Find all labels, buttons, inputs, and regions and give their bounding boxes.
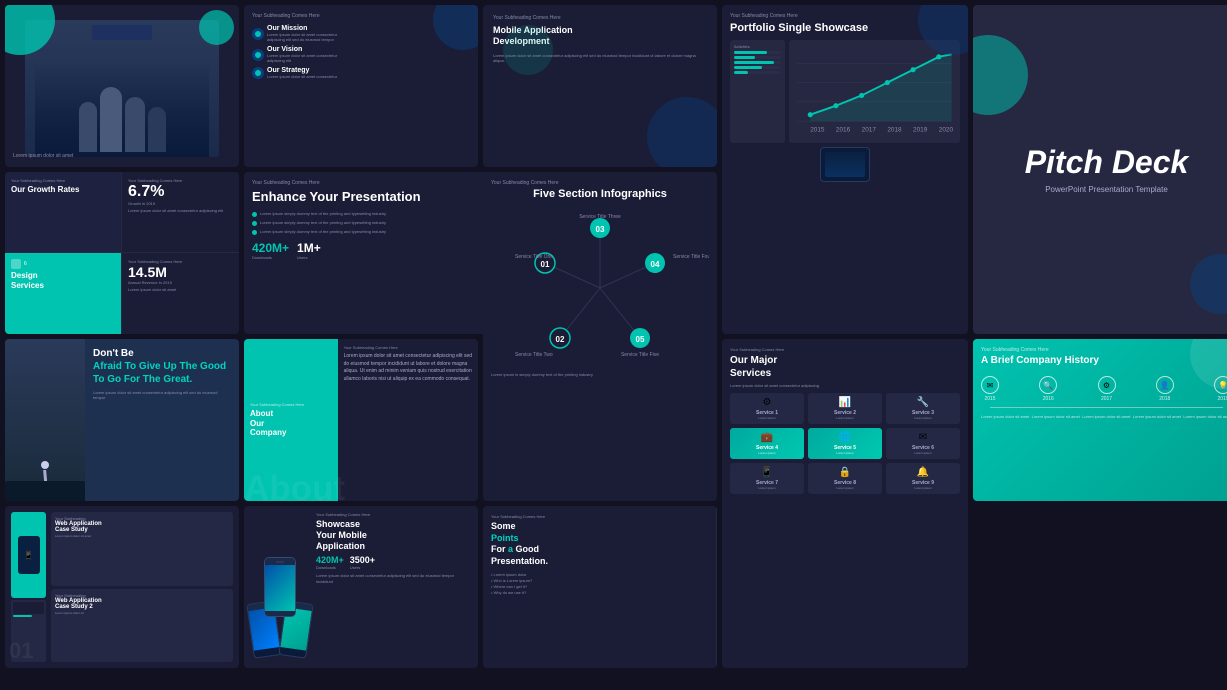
- our-strategy-label: Our Strategy: [267, 67, 337, 74]
- svg-text:2016: 2016: [836, 126, 851, 133]
- svg-text:Service Title Three: Service Title Three: [579, 214, 621, 220]
- showcase-stat1: 420M+: [316, 555, 344, 565]
- svg-text:2020: 2020: [939, 126, 954, 133]
- svg-text:04: 04: [651, 260, 660, 269]
- growth-stat1: 6.7%: [128, 183, 233, 201]
- webapp-case1: Web ApplicationCase Study: [55, 521, 229, 533]
- slide-company-history[interactable]: Your Subheading Comes Here A Brief Compa…: [973, 339, 1227, 501]
- slide-services[interactable]: Your Subheading Comes Here Our MajorServ…: [722, 339, 968, 668]
- svg-text:Service Title Four: Service Title Four: [673, 254, 709, 260]
- svg-text:2015: 2015: [810, 126, 825, 133]
- pitch-deck-subtitle: PowerPoint Presentation Template: [1025, 185, 1189, 194]
- infographics-title: Five Section Infographics: [491, 188, 709, 200]
- slide-portfolio-single[interactable]: Your Subheading Comes Here Portfolio Sin…: [722, 5, 968, 334]
- design-services-title: DesignServices: [11, 271, 115, 290]
- slide-people[interactable]: Lorem ipsum dolor sit amet: [5, 5, 239, 167]
- our-vision-label: Our Vision: [267, 46, 337, 53]
- slide-about[interactable]: Your Subheading Comes Here AboutOurCompa…: [244, 339, 478, 501]
- svg-text:01: 01: [541, 260, 550, 269]
- slide-dontbe[interactable]: Don't Be Afraid To Give Up The Good To G…: [5, 339, 239, 501]
- dontbe-title: Don't Be Afraid To Give Up The Good To G…: [93, 347, 231, 386]
- our-mission-label: Our Mission: [267, 25, 337, 32]
- about-watermark: About: [244, 469, 345, 501]
- portfolio-chart: 2015 2016 2017 2018 2019 2020: [793, 44, 956, 134]
- svg-text:2019: 2019: [913, 126, 928, 133]
- infographic-chart: 03 04 05 02 01 Service Title Three Servi…: [491, 208, 709, 368]
- svg-text:2018: 2018: [887, 126, 902, 133]
- slide-abstract[interactable]: Your Subheading Comes Here Mobile Applic…: [483, 5, 717, 167]
- svg-text:Service Title One: Service Title One: [515, 254, 553, 260]
- svg-text:03: 03: [596, 225, 605, 234]
- slide-mission[interactable]: Your Subheading Comes Here Our Mission L…: [244, 5, 478, 167]
- svg-text:Service Title Two: Service Title Two: [515, 352, 553, 358]
- some-points-title: SomePointsFor a GoodPresentation.: [491, 521, 708, 568]
- svg-text:05: 05: [636, 335, 645, 344]
- growth-title: Our Growth Rates: [11, 185, 115, 195]
- slide-infographics[interactable]: Your Subheading Comes Here Five Section …: [483, 172, 717, 501]
- showcase-stat2: 3500+: [350, 555, 375, 565]
- enhance-stat2: 1M+: [297, 241, 321, 255]
- showcase-title: ShowcaseYour MobileApplication: [316, 519, 472, 551]
- enhance-stat1: 420M+: [252, 241, 289, 255]
- slide-pitchdeck[interactable]: Pitch Deck PowerPoint Presentation Templ…: [973, 5, 1227, 334]
- slide-webapp-r4[interactable]: 📱 Your Subheading Web ApplicationCase St…: [5, 506, 239, 668]
- people-mini-text: Lorem ipsum dolor sit amet: [13, 153, 73, 159]
- svg-text:02: 02: [556, 335, 565, 344]
- slide-points-johndoe[interactable]: Your Subheading Comes Here SomePointsFor…: [483, 506, 717, 668]
- slide-showcase-mobile[interactable]: Your Subheading Comes Here ShowcaseYour …: [244, 506, 478, 668]
- slide-growth[interactable]: Your Subheading Comes Here Our Growth Ra…: [5, 172, 239, 334]
- svg-text:Service Title Five: Service Title Five: [621, 352, 659, 358]
- services-title: Our MajorServices: [730, 354, 960, 380]
- about-title: AboutOurCompany: [250, 409, 332, 438]
- webapp-case2: Web ApplicationCase Study 2: [55, 598, 229, 610]
- pitch-deck-title: Pitch Deck: [1025, 145, 1189, 180]
- svg-text:2017: 2017: [862, 126, 877, 133]
- growth-stat2: 14.5M: [128, 264, 233, 280]
